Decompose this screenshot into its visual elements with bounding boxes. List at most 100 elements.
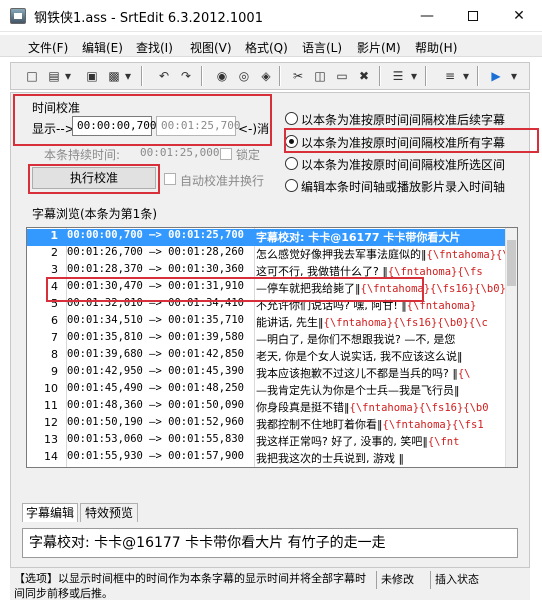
list-dropdown-icon[interactable]: ▾: [409, 68, 419, 84]
row-text: —明白了, 是你们不想跟我说? —不, 是您: [256, 333, 456, 346]
row-index: 14: [44, 450, 58, 463]
row-timecode: 00:01:48,360 —> 00:01:50,090: [67, 399, 245, 411]
row-text-cell: 我把我这次的士兵说到, 游戏 ‖: [256, 450, 508, 466]
paste-icon[interactable]: ▭: [333, 68, 351, 84]
table-row[interactable]: 2 00:01:26,700 —> 00:01:28,260 怎么感觉好像押我去军事…: [27, 246, 508, 263]
row-timecode: 00:01:26,700 —> 00:01:28,260: [67, 246, 245, 258]
table-row[interactable]: 13 00:01:53,060 —> 00:01:55,830 我这样正常吗? 好了…: [27, 433, 507, 450]
row-timecode: 00:00:00,700 —> 00:01:25,700: [67, 229, 245, 241]
subtitle-browse-title: 字幕浏览(本条为第1条): [32, 207, 157, 221]
highlight-time-box: [13, 94, 272, 146]
play-dropdown-icon[interactable]: ▾: [509, 68, 519, 84]
radio-calibrate-selected[interactable]: [285, 157, 298, 170]
lines-icon[interactable]: ≡: [441, 68, 459, 84]
find-icon[interactable]: ◉: [213, 68, 231, 84]
status-message: 【选项】以显示时间框中的时间作为本条字幕的显示时间并将全部字幕时间同步前移或后推…: [14, 572, 366, 600]
duration-label: 本条持续时间:: [44, 148, 121, 162]
table-row[interactable]: 1 00:00:00,700 —> 00:01:25,700 字幕校对: 卡卡@16…: [27, 229, 507, 246]
menu-file[interactable]: 文件(F): [28, 39, 68, 56]
find-next-icon[interactable]: ◎: [235, 68, 253, 84]
table-row[interactable]: 10 00:01:45,490 —> 00:01:48,250 —我肯定先认为你是个…: [27, 382, 507, 399]
row-index: 12: [44, 416, 58, 429]
status-mode: 插入状态: [430, 571, 494, 589]
highlight-row-4: [46, 277, 424, 302]
undo-icon[interactable]: ↶: [155, 68, 173, 84]
auto-calibrate-checkbox[interactable]: [164, 173, 176, 185]
replace-icon[interactable]: ◈: [257, 68, 275, 84]
delete-icon[interactable]: ✖: [355, 68, 373, 84]
open-folder-icon[interactable]: ▤: [45, 68, 63, 84]
table-row[interactable]: 7 00:01:35,810 —> 00:01:39,580 —明白了, 是你们不想…: [27, 331, 507, 348]
row-timecode: 00:01:50,190 —> 00:01:52,960: [67, 416, 245, 428]
toolbar-separator: [425, 66, 427, 86]
status-modified: 未修改: [376, 571, 426, 589]
toolbar-separator: [201, 66, 203, 86]
redo-icon[interactable]: ↷: [177, 68, 195, 84]
menu-format[interactable]: 格式(Q): [245, 39, 288, 56]
radio-calibrate-following[interactable]: [285, 112, 298, 125]
list-icon[interactable]: ☰: [389, 68, 407, 84]
row-text: 怎么感觉好像押我去军事法庭似的‖: [256, 248, 427, 261]
row-text: 能讲话, 先生‖: [256, 316, 324, 329]
row-text: 我这样正常吗? 好了, 没事的, 笑吧‖: [256, 435, 428, 448]
radio-label-following: 以本条为准按原时间间隔校准后续字幕: [301, 113, 506, 127]
row-index: 1: [50, 229, 58, 242]
highlight-radio-all: [284, 128, 539, 153]
row-index: 8: [51, 348, 58, 361]
play-icon[interactable]: ▶: [487, 68, 505, 84]
menu-movie[interactable]: 影片(M): [357, 39, 401, 56]
row-timecode: 00:01:42,950 —> 00:01:45,390: [67, 365, 245, 377]
close-button[interactable]: ✕: [496, 0, 542, 32]
lock-checkbox[interactable]: [220, 148, 232, 160]
cut-icon[interactable]: ✂: [289, 68, 307, 84]
row-text-cell: 老天, 你是个女人说实话, 我不应该这么说‖: [256, 348, 508, 364]
row-format-tag: {\fntahoma}{\fs1: [382, 419, 484, 431]
row-timecode: 00:01:28,370 —> 00:01:30,360: [67, 263, 245, 275]
row-timecode: 00:01:39,680 —> 00:01:42,850: [67, 348, 245, 360]
table-row[interactable]: 8 00:01:39,680 —> 00:01:42,850 老天, 你是个女人说实…: [27, 348, 507, 365]
row-text: 我本应该抱歉不过这儿不都是当兵的吗? ‖: [256, 367, 458, 380]
toolbar-separator: [141, 66, 143, 86]
duration-value: 00:01:25,000: [140, 146, 220, 159]
row-index: 7: [51, 331, 58, 344]
save-dropdown-icon[interactable]: ▾: [123, 68, 133, 84]
row-format-tag: {\fntahoma}{\f: [426, 249, 509, 261]
minimize-button[interactable]: —: [404, 0, 450, 32]
save-icon[interactable]: ▣: [83, 68, 101, 84]
menu-edit[interactable]: 编辑(E): [82, 39, 123, 56]
tab-subtitle-edit[interactable]: 字幕编辑: [22, 503, 78, 522]
save-all-icon[interactable]: ▩: [105, 68, 123, 84]
row-text-cell: 字幕校对: 卡卡@16177 卡卡带你看大片: [256, 229, 508, 245]
highlight-run-button: [28, 164, 160, 194]
table-row[interactable]: 14 00:01:55,930 —> 00:01:57,900 我把我这次的士兵说到…: [27, 450, 507, 467]
row-text: 你身段真是挺不错‖: [256, 401, 350, 414]
row-index: 13: [44, 433, 58, 446]
scroll-thumb[interactable]: [507, 240, 516, 286]
subtitle-editor[interactable]: 字幕校对: 卡卡@16177 卡卡带你看大片 有竹子的走一走: [22, 528, 518, 558]
row-timecode: 00:01:35,810 —> 00:01:39,580: [67, 331, 245, 343]
copy-icon[interactable]: ◫: [311, 68, 329, 84]
menu-find[interactable]: 查找(I): [136, 39, 173, 56]
radio-edit-timeline[interactable]: [285, 179, 298, 192]
row-text-cell: —我肯定先认为你是个士兵—我是飞行员‖: [256, 382, 508, 398]
row-text: 字幕校对: 卡卡@16177 卡卡带你看大片: [256, 231, 461, 244]
table-row[interactable]: 6 00:01:34,510 —> 00:01:35,710 能讲话, 先生‖{\f…: [27, 314, 507, 331]
maximize-button[interactable]: [450, 0, 496, 32]
row-timecode: 00:01:55,930 —> 00:01:57,900: [67, 450, 245, 462]
open-dropdown-icon[interactable]: ▾: [63, 68, 73, 84]
auto-calibrate-label: 自动校准并换行: [180, 174, 265, 188]
subtitle-table[interactable]: 1 00:00:00,700 —> 00:01:25,700 字幕校对: 卡卡@16…: [26, 227, 518, 468]
row-index: 9: [51, 365, 58, 378]
menu-help[interactable]: 帮助(H): [415, 39, 457, 56]
menu-view[interactable]: 视图(V): [190, 39, 232, 56]
vertical-scrollbar[interactable]: [505, 228, 517, 467]
table-row[interactable]: 12 00:01:50,190 —> 00:01:52,960 我都控制不住地盯着你…: [27, 416, 507, 433]
new-file-icon[interactable]: □: [23, 68, 41, 84]
tab-effect-preview[interactable]: 特效预览: [80, 503, 138, 522]
table-row[interactable]: 11 00:01:48,360 —> 00:01:50,090 你身段真是挺不错‖{…: [27, 399, 507, 416]
title-bar: 钢铁侠1.ass - SrtEdit 6.3.2012.1001 — ✕: [0, 0, 542, 32]
table-row[interactable]: 9 00:01:42,950 —> 00:01:45,390 我本应该抱歉不过这儿不…: [27, 365, 507, 382]
lines-dropdown-icon[interactable]: ▾: [461, 68, 471, 84]
row-text-cell: 怎么感觉好像押我去军事法庭似的‖{\fntahoma}{\f: [256, 246, 508, 262]
menu-language[interactable]: 语言(L): [302, 39, 342, 56]
